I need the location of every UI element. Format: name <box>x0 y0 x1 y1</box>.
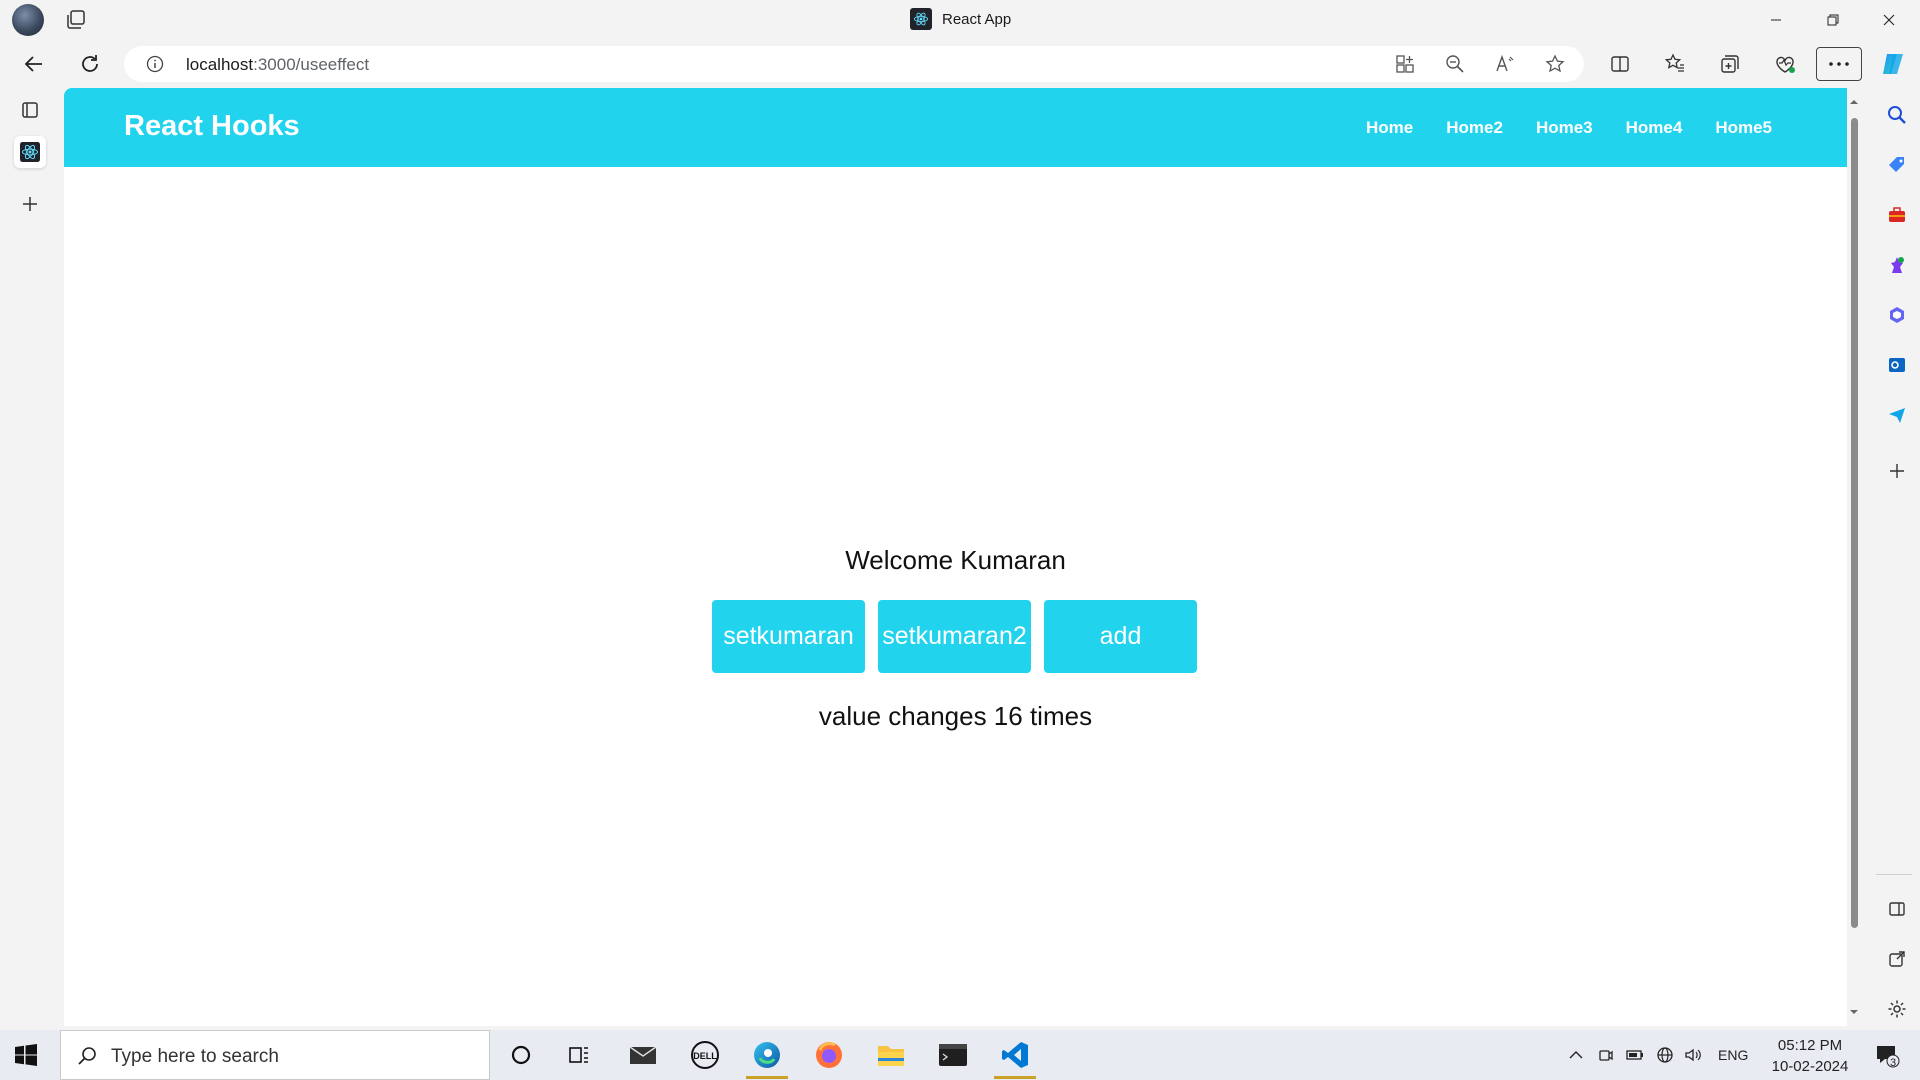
nav-link-home4[interactable]: Home4 <box>1626 118 1683 138</box>
restore-button[interactable] <box>1810 0 1856 40</box>
nav-link-home[interactable]: Home <box>1366 118 1413 138</box>
vscode-icon[interactable] <box>986 1030 1044 1080</box>
app-available-icon[interactable] <box>1394 53 1416 75</box>
windows-taskbar: Type here to search DELL ENG 05:12 PM 10… <box>0 1030 1920 1080</box>
volume-icon[interactable] <box>1684 1047 1702 1063</box>
nav-link-home3[interactable]: Home3 <box>1536 118 1593 138</box>
file-explorer-icon[interactable] <box>862 1030 920 1080</box>
games-icon[interactable] <box>1882 250 1912 280</box>
edge-taskbar-icon[interactable] <box>738 1030 796 1080</box>
search-placeholder: Type here to search <box>111 1046 279 1067</box>
page-viewport: React Hooks Home Home2 Home3 Home4 Home5… <box>64 88 1847 1026</box>
scroll-down-arrow-icon[interactable] <box>1850 1008 1858 1016</box>
nav-link-home5[interactable]: Home5 <box>1715 118 1772 138</box>
main-nav: Home Home2 Home3 Home4 Home5 <box>1366 118 1772 138</box>
search-icon[interactable] <box>1882 100 1912 130</box>
add-button[interactable]: add <box>1044 600 1197 673</box>
taskbar-clock[interactable]: 05:12 PM 10-02-2024 <box>1760 1035 1860 1077</box>
more-menu-button[interactable] <box>1816 47 1862 81</box>
send-drop-icon[interactable] <box>1882 400 1912 430</box>
svg-text:DELL: DELL <box>693 1051 717 1061</box>
nav-link-home2[interactable]: Home2 <box>1446 118 1503 138</box>
sidebar-divider <box>1876 874 1912 875</box>
window-title: React App <box>910 8 1011 30</box>
new-tab-plus-icon[interactable] <box>14 188 46 220</box>
battery-icon[interactable] <box>1626 1047 1644 1063</box>
task-view-icon[interactable] <box>550 1030 608 1080</box>
shopping-tag-icon[interactable] <box>1882 150 1912 180</box>
tools-briefcase-icon[interactable] <box>1882 200 1912 230</box>
settings-gear-icon[interactable] <box>1882 994 1912 1024</box>
address-bar[interactable]: localhost:3000/useeffect <box>124 46 1584 82</box>
hide-sidebar-icon[interactable] <box>1882 894 1912 924</box>
setkumaran2-button[interactable]: setkumaran2 <box>878 600 1031 673</box>
windows-start-icon[interactable] <box>14 1043 38 1067</box>
add-sidebar-app-plus-icon[interactable] <box>1882 456 1912 486</box>
tab-react-app[interactable] <box>14 136 46 168</box>
open-external-icon[interactable] <box>1882 944 1912 974</box>
taskbar-search-box[interactable]: Type here to search <box>60 1030 490 1080</box>
refresh-button[interactable] <box>74 48 106 80</box>
zoom-out-icon[interactable] <box>1444 53 1466 75</box>
app-header: React Hooks Home Home2 Home3 Home4 Home5 <box>64 88 1847 167</box>
clock-time: 05:12 PM <box>1777 1037 1843 1054</box>
language-indicator[interactable]: ENG <box>1718 1047 1748 1063</box>
close-button[interactable] <box>1866 0 1912 40</box>
title-bar: React App <box>0 0 1920 40</box>
show-hidden-icons-icon[interactable] <box>1568 1047 1584 1063</box>
microsoft-365-icon[interactable] <box>1882 300 1912 330</box>
favorite-star-icon[interactable] <box>1544 53 1566 75</box>
notification-count-badge: 3 <box>1890 1057 1897 1069</box>
minimize-button[interactable] <box>1753 0 1799 40</box>
react-favicon-icon <box>910 8 932 30</box>
scroll-up-arrow-icon[interactable] <box>1850 98 1858 106</box>
browser-essentials-icon[interactable] <box>1770 49 1800 79</box>
copilot-icon[interactable] <box>1878 49 1908 79</box>
read-aloud-icon[interactable] <box>1494 53 1516 75</box>
back-button[interactable] <box>18 48 50 80</box>
vertical-scrollbar[interactable] <box>1847 88 1861 1026</box>
url-text[interactable]: localhost:3000/useeffect <box>186 55 369 75</box>
notification-center-icon[interactable]: 3 <box>1862 1030 1912 1080</box>
search-magnifier-icon <box>77 1045 99 1067</box>
welcome-text: Welcome Kumaran <box>845 545 1066 575</box>
mail-icon[interactable] <box>614 1030 672 1080</box>
brand-title[interactable]: React Hooks <box>124 110 300 143</box>
tab-actions-icon[interactable] <box>14 94 46 126</box>
edge-sidebar <box>1874 88 1920 1026</box>
system-tray: ENG <box>1568 1030 1748 1080</box>
cortana-icon[interactable] <box>492 1030 550 1080</box>
favorites-icon[interactable] <box>1660 49 1690 79</box>
collections-icon[interactable] <box>1715 49 1745 79</box>
network-globe-icon[interactable] <box>1656 1046 1674 1064</box>
dell-app-icon[interactable]: DELL <box>676 1030 734 1080</box>
setkumaran-button[interactable]: setkumaran <box>712 600 865 673</box>
site-info-icon[interactable] <box>146 55 164 73</box>
firefox-icon[interactable] <box>800 1030 858 1080</box>
button-row: setkumaran setkumaran2 add <box>712 600 1197 673</box>
window-title-text: React App <box>942 10 1012 28</box>
terminal-icon[interactable] <box>924 1030 982 1080</box>
change-count-text: value changes 16 times <box>818 701 1093 731</box>
profile-avatar[interactable] <box>12 4 44 36</box>
workspaces-icon[interactable] <box>64 8 88 32</box>
outlook-icon[interactable] <box>1882 350 1912 380</box>
meet-now-icon[interactable] <box>1598 1047 1614 1063</box>
scrollbar-thumb[interactable] <box>1851 118 1858 928</box>
split-screen-icon[interactable] <box>1605 49 1635 79</box>
clock-date: 10-02-2024 <box>1771 1058 1849 1075</box>
